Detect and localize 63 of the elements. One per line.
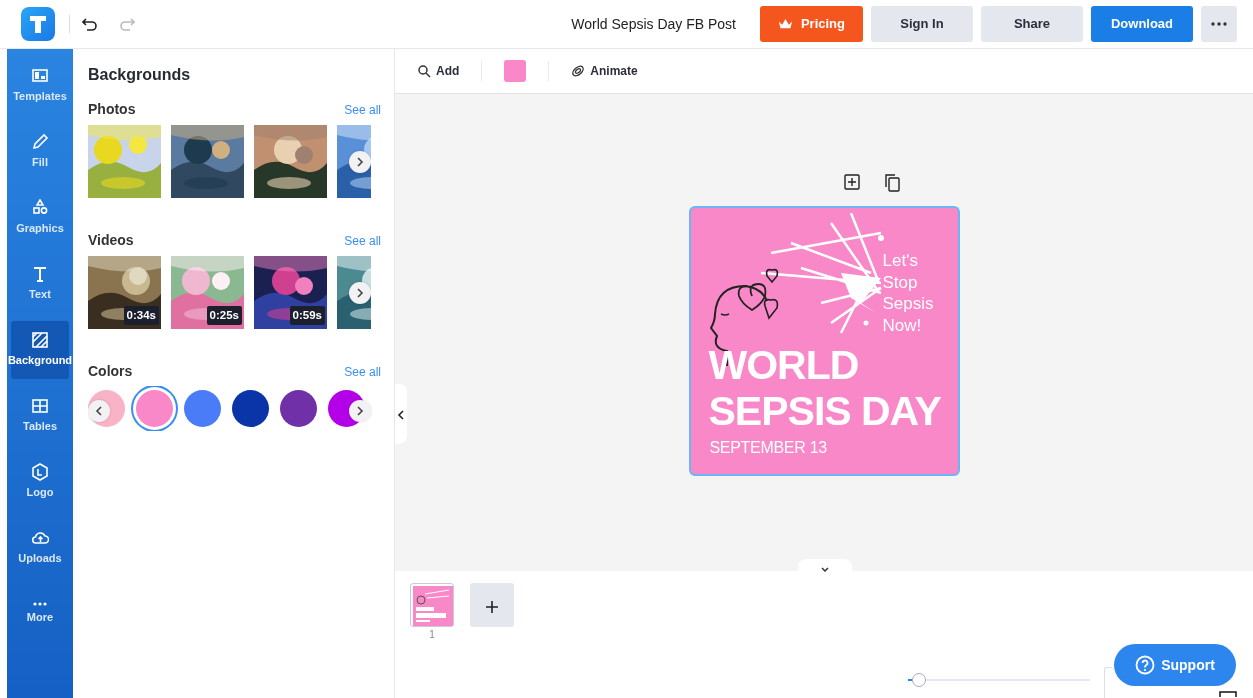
chevron-right-icon [356, 286, 364, 299]
design-tagline: Let's Stop Sepsis Now! [882, 250, 935, 336]
sidebar-item[interactable]: Templates [11, 57, 69, 115]
design-headline: WORLD SEPSIS DAY [708, 342, 942, 434]
sidebar-item[interactable]: Uploads [11, 519, 69, 577]
document-title: World Sepsis Day FB Post [571, 14, 736, 34]
sidebar-item[interactable]: Logo [11, 453, 69, 511]
add-page-icon [844, 174, 860, 190]
panel-title: Backgrounds [88, 65, 192, 85]
color-swatch[interactable] [184, 390, 221, 427]
animate-button[interactable]: Animate [571, 62, 638, 80]
sidebar-item[interactable]: Text [11, 255, 69, 313]
table-icon [31, 397, 49, 416]
rings-icon [571, 64, 586, 78]
see-all-link[interactable]: See all [344, 362, 381, 381]
fill-color-swatch[interactable] [504, 60, 527, 82]
chevron-left-icon [397, 408, 405, 421]
crown-icon [778, 17, 793, 31]
sidebar-item[interactable]: Fill [11, 123, 69, 181]
app-logo[interactable] [21, 7, 55, 41]
color-swatch[interactable] [232, 390, 269, 427]
download-button[interactable]: Download [1091, 6, 1193, 42]
section-title: Photos [88, 100, 136, 119]
design-card[interactable]: Let's Stop Sepsis Now! WORLD SEPSIS DAY SEPTEMBER 13 [688, 206, 960, 476]
sidebar-item[interactable]: Graphics [11, 189, 69, 247]
design-preview [413, 586, 453, 626]
plus-icon [485, 599, 499, 614]
design-date: SEPTEMBER 13 [709, 438, 827, 458]
more-icon [31, 602, 49, 607]
text-icon [31, 265, 49, 284]
pricing-button[interactable]: Pricing [760, 6, 863, 42]
chevron-right-icon [356, 155, 364, 168]
redo-icon [119, 16, 135, 32]
hexagon-icon [31, 463, 49, 482]
header-button[interactable]: Sign In [871, 6, 973, 42]
sidebar-item[interactable]: Tables [11, 387, 69, 445]
see-all-link[interactable]: See all [344, 100, 381, 119]
pencil-icon [31, 133, 49, 152]
duplicate-icon [884, 174, 900, 192]
help-icon [1135, 655, 1156, 675]
undo-icon [82, 16, 98, 32]
support-button[interactable]: Support [1114, 644, 1236, 686]
page-thumbnail[interactable] [410, 583, 454, 627]
more-icon [1211, 22, 1227, 26]
see-all-link[interactable]: See all [344, 231, 381, 250]
page-number: 1 [429, 628, 435, 642]
collapse-pages-button[interactable] [798, 559, 852, 571]
magic-search-icon [417, 64, 431, 78]
header-button[interactable]: Share [981, 6, 1083, 42]
section-title: Colors [88, 362, 133, 381]
logo-mark [28, 14, 48, 34]
collapse-panel-button[interactable] [395, 384, 407, 444]
sidebar-item[interactable]: More [11, 585, 69, 643]
section-title: Videos [88, 231, 134, 250]
add-button[interactable]: Add [417, 62, 460, 80]
chevron-down-icon [820, 565, 830, 574]
add-page-button[interactable] [470, 583, 514, 627]
chevron-left-icon [95, 404, 103, 417]
more-button[interactable] [1201, 6, 1237, 42]
hatched-square-icon [31, 331, 49, 350]
chevron-right-icon [356, 404, 364, 417]
zoom-handle[interactable] [911, 673, 926, 687]
color-swatch[interactable] [280, 390, 317, 427]
